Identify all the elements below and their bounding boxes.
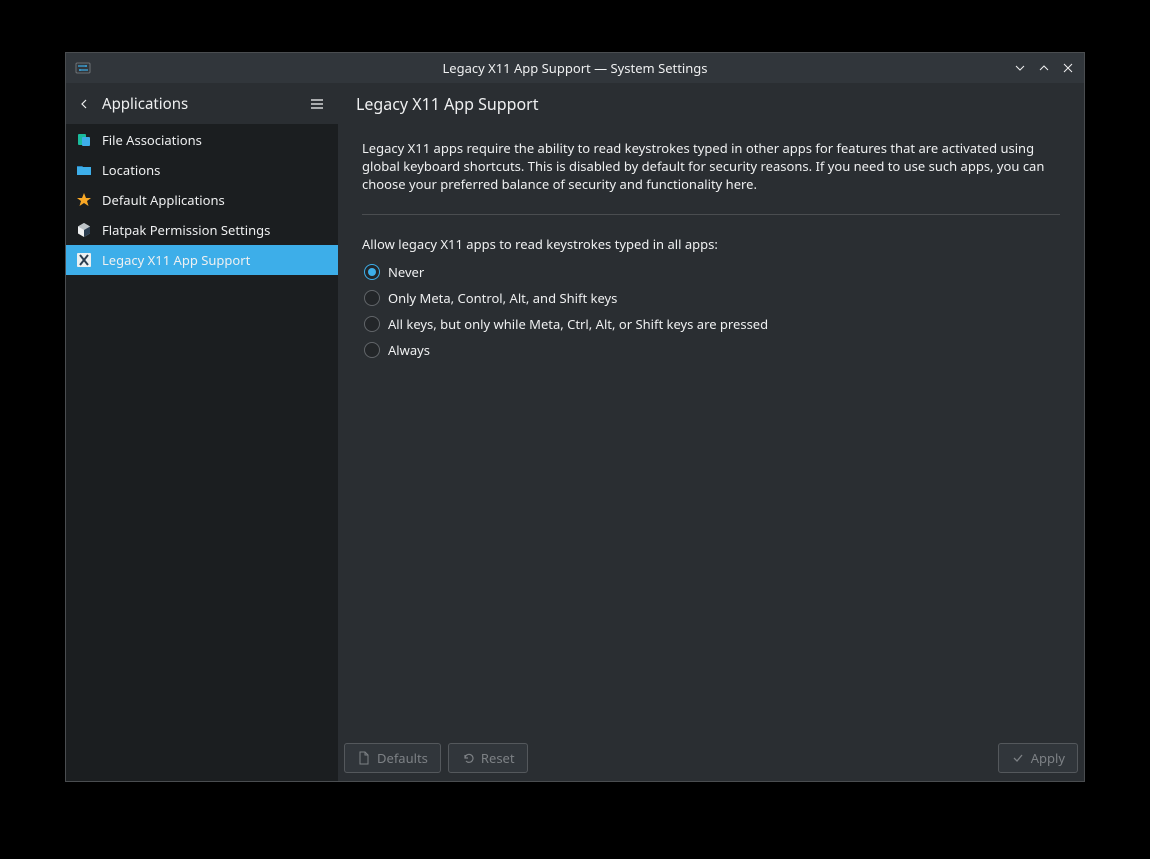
- apply-button[interactable]: Apply: [998, 743, 1078, 773]
- page-title: Legacy X11 App Support: [356, 93, 539, 115]
- folder-icon: [76, 162, 92, 178]
- sidebar-item-label: Flatpak Permission Settings: [102, 221, 270, 239]
- radio-button-icon: [364, 290, 380, 306]
- maximize-button[interactable]: [1035, 59, 1053, 77]
- content-area: Legacy X11 apps require the ability to r…: [338, 125, 1084, 734]
- sidebar-header: Applications: [66, 83, 338, 125]
- radio-option-never[interactable]: Never: [364, 263, 1060, 281]
- titlebar: Legacy X11 App Support — System Settings: [66, 53, 1084, 83]
- button-label: Defaults: [377, 749, 428, 767]
- flatpak-icon: [76, 222, 92, 238]
- sidebar-item-default-applications[interactable]: Default Applications: [66, 185, 338, 215]
- sidebar-item-file-associations[interactable]: File Associations: [66, 125, 338, 155]
- sidebar-item-label: Locations: [102, 161, 160, 179]
- star-icon: [76, 192, 92, 208]
- document-icon: [357, 751, 371, 765]
- main-panel: Legacy X11 App Support Legacy X11 apps r…: [338, 83, 1084, 781]
- radio-button-icon: [364, 316, 380, 332]
- page-header: Legacy X11 App Support: [338, 83, 1084, 125]
- sidebar-item-locations[interactable]: Locations: [66, 155, 338, 185]
- chevron-left-icon: [76, 96, 92, 112]
- footer-bar: Defaults Reset: [338, 734, 1084, 781]
- system-settings-window: Legacy X11 App Support — System Settings…: [65, 52, 1085, 782]
- radio-label: All keys, but only while Meta, Ctrl, Alt…: [388, 315, 768, 333]
- radio-label: Always: [388, 341, 430, 359]
- radio-option-modifiers[interactable]: Only Meta, Control, Alt, and Shift keys: [364, 289, 1060, 307]
- check-icon: [1011, 751, 1025, 765]
- radio-button-icon: [364, 342, 380, 358]
- hamburger-button[interactable]: [306, 93, 328, 115]
- radio-label: Never: [388, 263, 424, 281]
- description-text: Legacy X11 apps require the ability to r…: [362, 139, 1060, 194]
- radio-option-always[interactable]: Always: [364, 341, 1060, 359]
- radio-button-icon: [364, 264, 380, 280]
- app-icon: [75, 60, 91, 76]
- radio-option-while-modifier[interactable]: All keys, but only while Meta, Ctrl, Alt…: [364, 315, 1060, 333]
- sidebar-item-label: Legacy X11 App Support: [102, 251, 250, 269]
- sidebar-item-label: File Associations: [102, 131, 202, 149]
- sidebar-list: File Associations Locations: [66, 125, 338, 781]
- close-button[interactable]: [1059, 59, 1077, 77]
- sidebar: Applications: [66, 83, 338, 781]
- button-label: Apply: [1031, 749, 1065, 767]
- sidebar-title: Applications: [102, 94, 188, 114]
- radio-label: Only Meta, Control, Alt, and Shift keys: [388, 289, 617, 307]
- window-controls: [1011, 59, 1084, 77]
- window-title: Legacy X11 App Support — System Settings: [66, 59, 1084, 77]
- minimize-button[interactable]: [1011, 59, 1029, 77]
- radio-group: Never Only Meta, Control, Alt, and Shift…: [362, 263, 1060, 359]
- file-assoc-icon: [76, 132, 92, 148]
- sidebar-item-label: Default Applications: [102, 191, 225, 209]
- defaults-button[interactable]: Defaults: [344, 743, 441, 773]
- sidebar-item-flatpak-permissions[interactable]: Flatpak Permission Settings: [66, 215, 338, 245]
- separator: [362, 214, 1060, 215]
- reset-button[interactable]: Reset: [448, 743, 528, 773]
- window-body: Applications: [66, 83, 1084, 781]
- back-button[interactable]: Applications: [76, 94, 188, 114]
- sidebar-item-legacy-x11[interactable]: Legacy X11 App Support: [66, 245, 338, 275]
- question-label: Allow legacy X11 apps to read keystrokes…: [362, 235, 1060, 253]
- x11-icon: [76, 252, 92, 268]
- undo-icon: [461, 751, 475, 765]
- button-label: Reset: [481, 749, 515, 767]
